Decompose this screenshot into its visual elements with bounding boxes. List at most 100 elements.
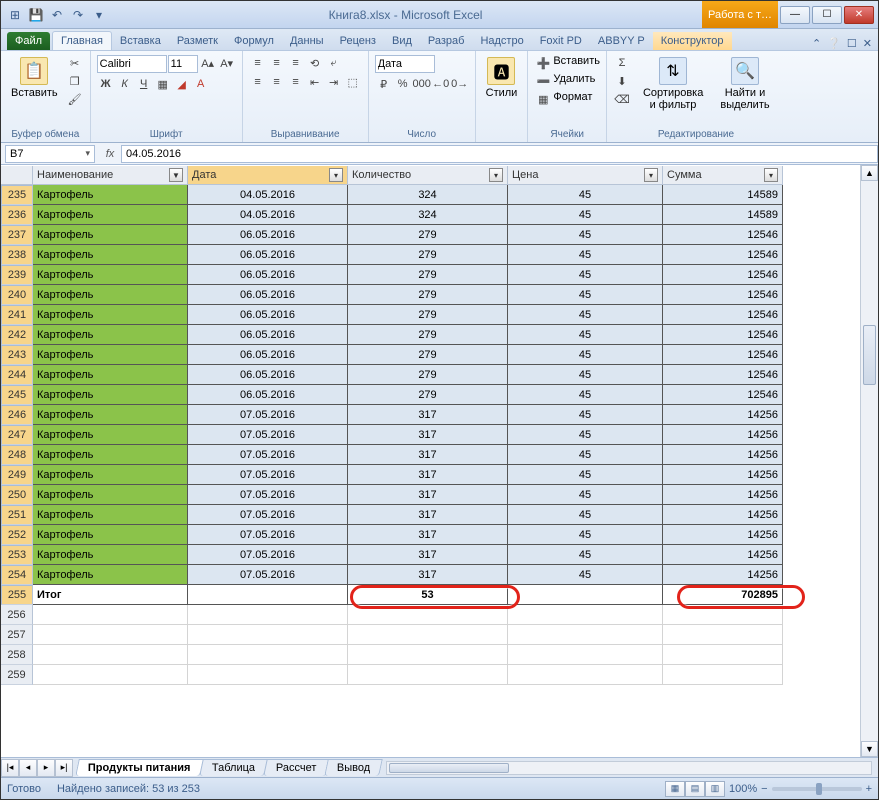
cell[interactable]: 45 xyxy=(508,405,663,425)
align-bottom-icon[interactable]: ≡ xyxy=(287,55,305,71)
cell[interactable]: Итог xyxy=(33,585,188,605)
cell[interactable]: 04.05.2016 xyxy=(188,185,348,205)
cell[interactable]: 06.05.2016 xyxy=(188,385,348,405)
align-left-icon[interactable]: ≡ xyxy=(249,74,267,90)
filter-button-name[interactable]: ▼ xyxy=(169,168,183,182)
cell[interactable]: 45 xyxy=(508,425,663,445)
row-header[interactable]: 241 xyxy=(1,305,33,325)
cell[interactable]: 07.05.2016 xyxy=(188,405,348,425)
tab-foxit[interactable]: Foxit PD xyxy=(532,32,590,50)
cell[interactable] xyxy=(663,665,783,685)
fill-icon[interactable]: ⬇ xyxy=(613,73,631,89)
window-restore-icon[interactable]: ☐ xyxy=(847,37,857,50)
cell[interactable]: 317 xyxy=(348,505,508,525)
cell[interactable]: 07.05.2016 xyxy=(188,505,348,525)
font-size-select[interactable] xyxy=(168,55,198,73)
cell[interactable]: 279 xyxy=(348,265,508,285)
cell[interactable]: 06.05.2016 xyxy=(188,245,348,265)
copy-icon[interactable]: ❐ xyxy=(66,73,84,89)
cell[interactable]: Картофель xyxy=(33,265,188,285)
autosum-icon[interactable]: Σ xyxy=(613,55,631,71)
cell[interactable]: 45 xyxy=(508,505,663,525)
cell[interactable] xyxy=(188,605,348,625)
cell[interactable]: 14256 xyxy=(663,485,783,505)
cell[interactable]: 12546 xyxy=(663,245,783,265)
border-icon[interactable]: ▦ xyxy=(154,76,172,92)
cell[interactable]: 317 xyxy=(348,565,508,585)
cell[interactable]: Картофель xyxy=(33,545,188,565)
tab-formulas[interactable]: Формул xyxy=(226,32,282,50)
row-header[interactable]: 243 xyxy=(1,345,33,365)
tab-layout[interactable]: Разметк xyxy=(169,32,226,50)
row-header[interactable]: 245 xyxy=(1,385,33,405)
cell[interactable]: 14256 xyxy=(663,465,783,485)
sheet-nav-next-icon[interactable]: ▸ xyxy=(37,759,55,777)
tab-addins[interactable]: Надстро xyxy=(472,32,531,50)
cell[interactable]: 45 xyxy=(508,365,663,385)
cell[interactable] xyxy=(663,645,783,665)
filter-button-sum[interactable]: ▾ xyxy=(764,168,778,182)
cell[interactable]: 14589 xyxy=(663,185,783,205)
cell[interactable]: 317 xyxy=(348,545,508,565)
cell[interactable]: 45 xyxy=(508,305,663,325)
row-header[interactable]: 244 xyxy=(1,365,33,385)
cell[interactable]: 45 xyxy=(508,225,663,245)
cell[interactable]: 317 xyxy=(348,465,508,485)
cut-icon[interactable]: ✂ xyxy=(66,55,84,71)
cell[interactable] xyxy=(348,625,508,645)
align-right-icon[interactable]: ≡ xyxy=(287,74,305,90)
cell[interactable]: 45 xyxy=(508,385,663,405)
cell[interactable]: Картофель xyxy=(33,505,188,525)
zoom-slider[interactable] xyxy=(772,787,862,791)
cell[interactable]: 45 xyxy=(508,345,663,365)
cell[interactable]: Картофель xyxy=(33,325,188,345)
format-cells-label[interactable]: Формат xyxy=(553,91,592,107)
row-header[interactable]: 254 xyxy=(1,565,33,585)
cell[interactable]: Картофель xyxy=(33,185,188,205)
row-header[interactable]: 247 xyxy=(1,425,33,445)
cell[interactable] xyxy=(33,605,188,625)
cell[interactable]: Картофель xyxy=(33,225,188,245)
cell[interactable]: 45 xyxy=(508,205,663,225)
cell[interactable]: 53 xyxy=(348,585,508,605)
align-top-icon[interactable]: ≡ xyxy=(249,55,267,71)
row-header[interactable]: 253 xyxy=(1,545,33,565)
cell[interactable]: Картофель xyxy=(33,305,188,325)
maximize-button[interactable]: ☐ xyxy=(812,6,842,24)
cell[interactable]: 06.05.2016 xyxy=(188,365,348,385)
cell[interactable]: 07.05.2016 xyxy=(188,465,348,485)
cell[interactable] xyxy=(663,605,783,625)
row-header[interactable]: 238 xyxy=(1,245,33,265)
cell[interactable]: 14256 xyxy=(663,505,783,525)
cell[interactable]: 317 xyxy=(348,405,508,425)
cell[interactable]: Картофель xyxy=(33,565,188,585)
cell[interactable] xyxy=(188,645,348,665)
tab-file[interactable]: Файл xyxy=(7,32,50,50)
cell[interactable] xyxy=(348,605,508,625)
zoom-knob[interactable] xyxy=(816,783,822,795)
cell[interactable]: 06.05.2016 xyxy=(188,225,348,245)
cell[interactable]: 45 xyxy=(508,285,663,305)
cell[interactable]: 07.05.2016 xyxy=(188,485,348,505)
cell[interactable]: 317 xyxy=(348,525,508,545)
row-header[interactable]: 249 xyxy=(1,465,33,485)
minimize-ribbon-icon[interactable]: ⌃ xyxy=(812,37,821,50)
cell[interactable] xyxy=(508,625,663,645)
cell[interactable] xyxy=(188,585,348,605)
cell[interactable]: Картофель xyxy=(33,385,188,405)
window-close-icon[interactable]: ✕ xyxy=(863,37,872,50)
cell[interactable]: 279 xyxy=(348,385,508,405)
sheet-nav-last-icon[interactable]: ▸| xyxy=(55,759,73,777)
cell[interactable]: 45 xyxy=(508,525,663,545)
sheet-tab[interactable]: Таблица xyxy=(199,759,268,776)
align-middle-icon[interactable]: ≡ xyxy=(268,55,286,71)
cell[interactable]: 12546 xyxy=(663,225,783,245)
cell[interactable] xyxy=(348,645,508,665)
zoom-in-icon[interactable]: + xyxy=(866,783,872,795)
cell[interactable]: 45 xyxy=(508,465,663,485)
cell[interactable]: 12546 xyxy=(663,285,783,305)
row-header[interactable]: 251 xyxy=(1,505,33,525)
cell[interactable] xyxy=(188,625,348,645)
cell[interactable] xyxy=(348,665,508,685)
qat-more-icon[interactable]: ▾ xyxy=(89,5,109,25)
